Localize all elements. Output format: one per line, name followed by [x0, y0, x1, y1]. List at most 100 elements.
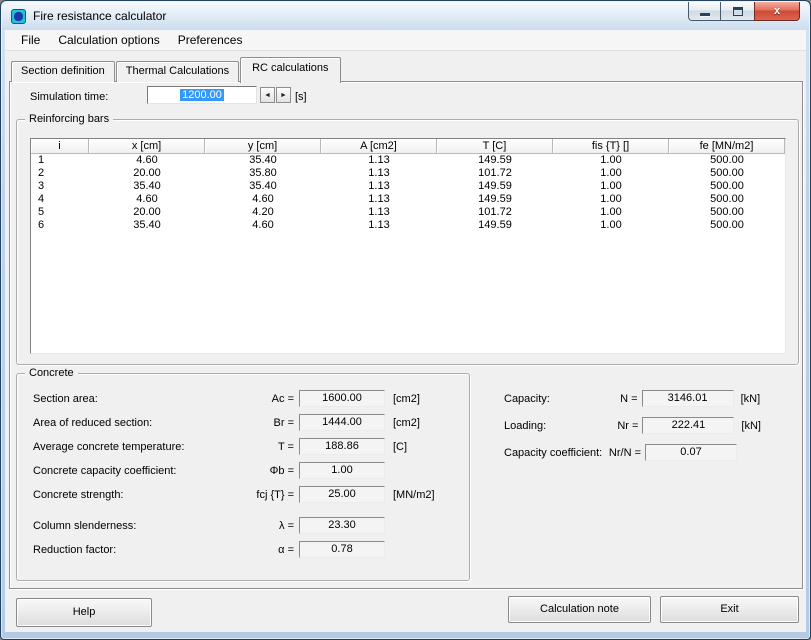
field-unit: [C]: [393, 440, 408, 453]
field-label: Loading:: [504, 419, 547, 432]
table-row[interactable]: 5 20.00 4.20 1.13 101.72 1.00 500.00: [31, 206, 785, 219]
table-cell: 4.60: [252, 193, 274, 205]
table-cell: 500.00: [710, 206, 744, 218]
column-header-2[interactable]: y [cm]: [205, 139, 321, 154]
table-cell: 500.00: [710, 180, 744, 192]
window-title: Fire resistance calculator: [33, 9, 167, 23]
caption-buttons: x: [688, 2, 800, 21]
table-body: 1 4.60 35.40 1.13 149.59 1.00 500.00 2 20.00 35.8…: [31, 154, 785, 232]
arrow-left-icon: ◄: [264, 91, 271, 99]
table-cell: 2: [38, 167, 45, 179]
table-cell: 149.59: [478, 219, 512, 231]
table-cell: 1.00: [600, 167, 622, 179]
client-area: Section definition Thermal Calculations RC…: [5, 51, 806, 632]
calculation-note-button[interactable]: Calculation note: [508, 596, 651, 623]
column-header-6[interactable]: fe [MN/m2]: [669, 139, 785, 154]
table-row[interactable]: 3 35.40 35.40 1.13 149.59 1.00 500.00: [31, 180, 785, 193]
field-label: Area of reduced section:: [33, 416, 153, 429]
table-cell: 4: [38, 193, 45, 205]
field-symbol: α =: [278, 543, 294, 556]
result-field-row: Capacity coefficient: Nr/N = 0.07: [504, 444, 776, 461]
column-header-3[interactable]: A [cm2]: [321, 139, 437, 154]
field-value-box: 3146.01: [641, 390, 734, 407]
table-cell: 1.13: [368, 180, 390, 192]
exit-button[interactable]: Exit: [660, 596, 799, 623]
table-cell: 1.00: [600, 154, 622, 166]
concrete-field-row: Reduction factor: α = 0.78: [33, 541, 455, 558]
field-symbol: Ac =: [271, 392, 294, 405]
reinforcing-bars-group-label: Reinforcing bars: [25, 113, 114, 125]
tab-section-definition[interactable]: Section definition: [11, 61, 115, 82]
app-icon: [11, 8, 26, 24]
field-value-box: 222.41: [642, 417, 735, 434]
field-symbol: Nr/N =: [608, 446, 641, 459]
spin-left-button[interactable]: ◄: [260, 87, 275, 103]
table-cell: 35.40: [249, 154, 277, 166]
table-header-row: ix [cm] y [cm] A [cm2] T [C] fis {T} [] fe [M…: [31, 139, 785, 154]
table-cell: 1.13: [368, 206, 390, 218]
field-unit: [kN]: [740, 392, 761, 405]
concrete-field-row: Column slenderness: λ = 23.30: [33, 517, 455, 534]
field-unit: [MN/m2]: [393, 488, 435, 501]
concrete-field-row: Area of reduced section: Br = 1444.00 [cm2]: [33, 414, 455, 431]
reinforcing-bars-table[interactable]: ix [cm] y [cm] A [cm2] T [C] fis {T} [] fe [M…: [30, 138, 786, 354]
concrete-fields: Section area: Ac = 1600.00 [cm2] Area of red…: [17, 390, 469, 558]
column-header-5[interactable]: fis {T} []: [553, 139, 669, 154]
table-cell: 149.59: [478, 154, 512, 166]
menu-item-preferences[interactable]: Preferences: [169, 31, 252, 49]
table-row[interactable]: 4 4.60 4.60 1.13 149.59 1.00 500.00: [31, 193, 785, 206]
maximize-button[interactable]: [721, 2, 754, 21]
field-value-box: 23.30: [299, 517, 385, 534]
close-button[interactable]: x: [754, 2, 800, 21]
table-cell: 6: [38, 219, 45, 231]
simulation-time-value: 1200.00: [180, 89, 224, 101]
table-cell: 1.00: [600, 206, 622, 218]
help-button[interactable]: Help: [16, 598, 152, 627]
concrete-group-label: Concrete: [25, 367, 78, 379]
field-unit: [kN]: [741, 419, 761, 432]
field-label: Concrete capacity coefficient:: [33, 464, 177, 477]
table-cell: 149.59: [478, 193, 512, 205]
table-cell: 35.80: [249, 167, 277, 179]
field-unit: [cm2]: [393, 416, 420, 429]
tab-rc-calculations[interactable]: RC calculations: [240, 57, 341, 83]
result-field-row: Capacity: N = 3146.01 [kN]: [504, 390, 776, 407]
simulation-time-input[interactable]: 1200.00: [147, 86, 257, 104]
field-symbol: Φb =: [269, 464, 294, 477]
table-cell: 149.59: [478, 180, 512, 192]
field-label: Capacity coefficient:: [504, 446, 603, 459]
close-icon: x: [773, 5, 781, 17]
field-symbol: Nr =: [617, 419, 639, 432]
table-cell: 1.13: [368, 154, 390, 166]
table-row[interactable]: 2 20.00 35.80 1.13 101.72 1.00 500.00: [31, 167, 785, 180]
table-cell: 500.00: [710, 219, 744, 231]
menu-item-calculation-options[interactable]: Calculation options: [49, 31, 168, 49]
tab-strip: Section definition Thermal Calculations RC…: [11, 56, 342, 83]
table-cell: 1.13: [368, 219, 390, 231]
table-cell: 1.00: [600, 180, 622, 192]
table-cell: 500.00: [710, 167, 744, 179]
field-symbol: λ =: [279, 519, 294, 532]
tab-thermal-calculations[interactable]: Thermal Calculations: [115, 61, 240, 82]
column-header-1[interactable]: x [cm]: [89, 139, 205, 154]
field-symbol: Br =: [273, 416, 294, 429]
field-label: Concrete strength:: [33, 488, 124, 501]
concrete-field-row: Section area: Ac = 1600.00 [cm2]: [33, 390, 455, 407]
table-cell: 101.72: [478, 206, 512, 218]
table-cell: 4.60: [136, 154, 158, 166]
table-cell: 500.00: [710, 154, 744, 166]
field-symbol: T =: [277, 440, 294, 453]
spin-right-button[interactable]: ►: [276, 87, 291, 103]
table-row[interactable]: 6 35.40 4.60 1.13 149.59 1.00 500.00: [31, 219, 785, 232]
column-header-4[interactable]: T [C]: [437, 139, 553, 154]
menu-item-file[interactable]: File: [12, 31, 49, 49]
title-bar: Fire resistance calculator x: [2, 2, 809, 30]
simulation-time-label: Simulation time:: [30, 91, 109, 103]
field-label: Section area:: [33, 392, 98, 405]
table-cell: 1.13: [368, 167, 390, 179]
minimize-button[interactable]: [688, 2, 721, 21]
results-fields: Capacity: N = 3146.01 [kN] Loading: Nr = 222.4…: [488, 390, 790, 471]
column-header-0[interactable]: i: [31, 139, 89, 154]
simulation-time-unit: [s]: [295, 91, 307, 103]
table-row[interactable]: 1 4.60 35.40 1.13 149.59 1.00 500.00: [31, 154, 785, 167]
